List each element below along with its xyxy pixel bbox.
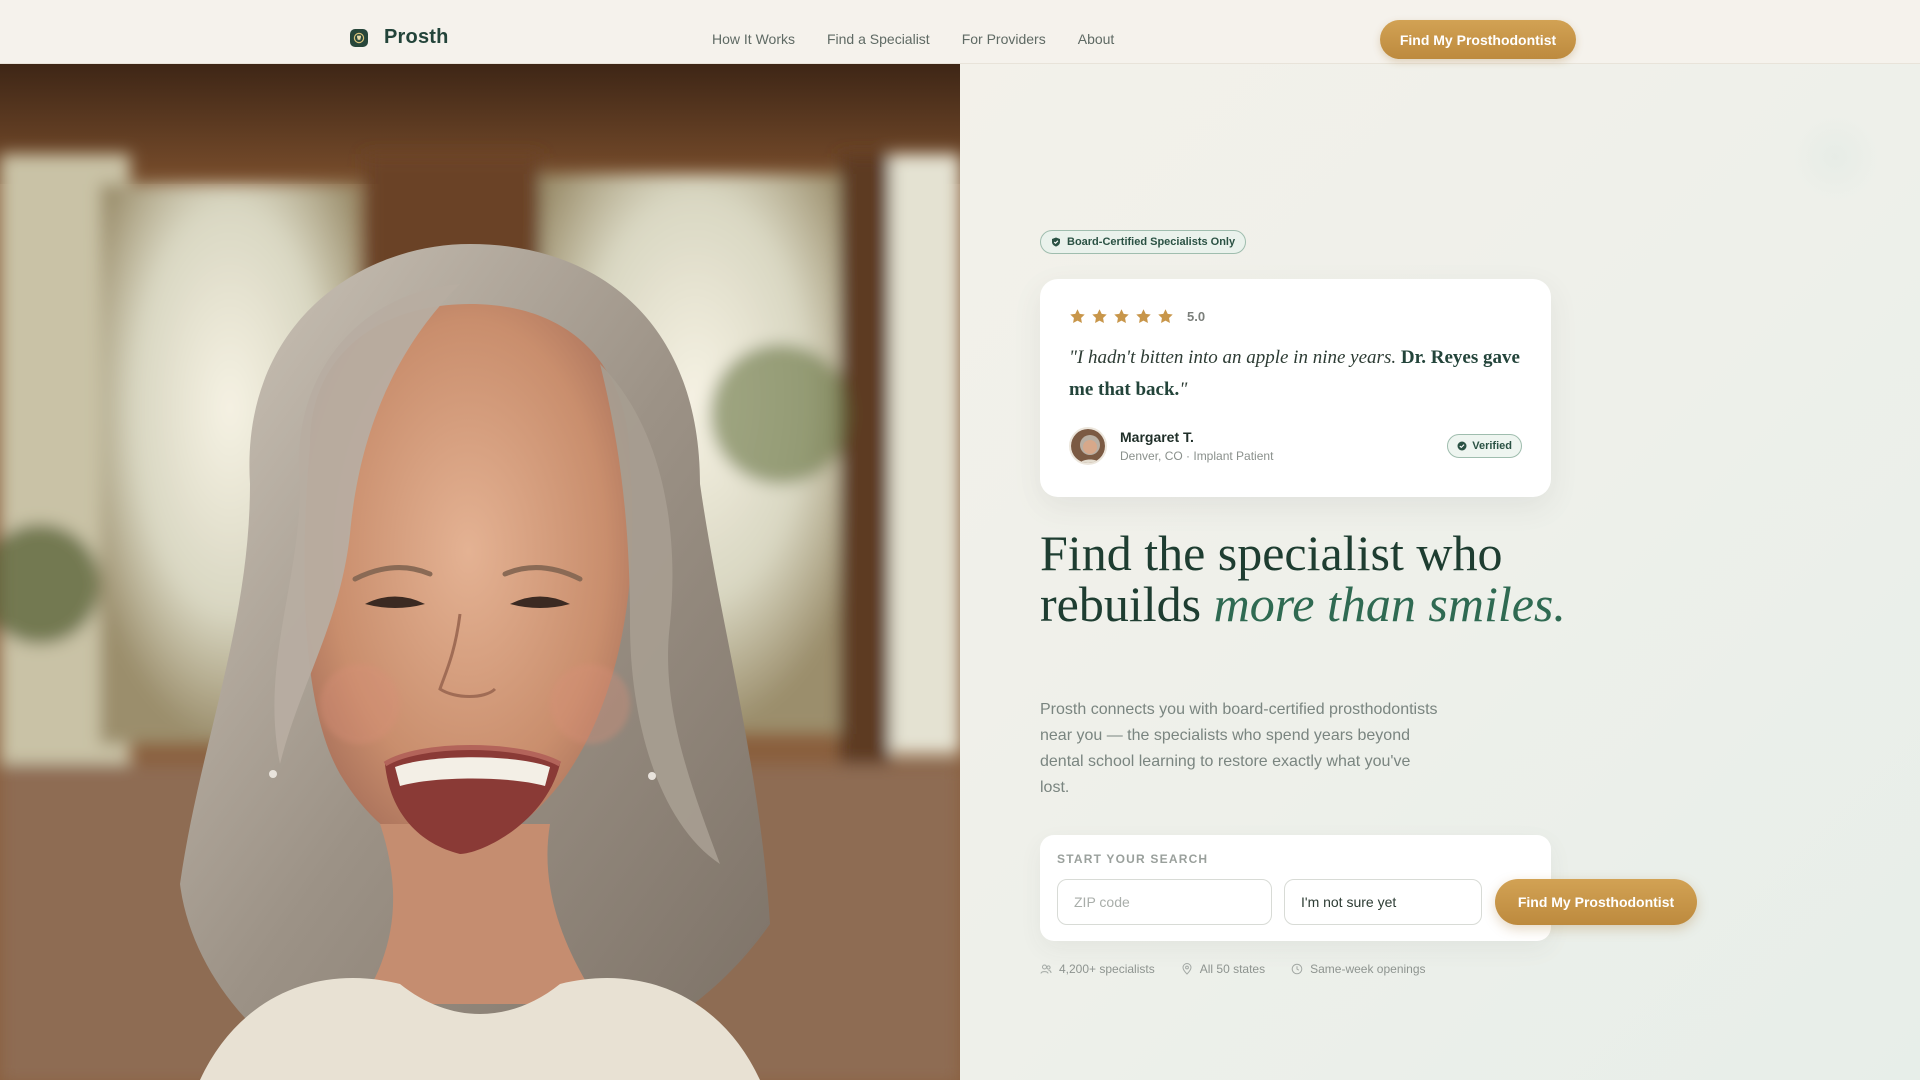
hero-photo — [0, 64, 960, 1080]
concern-select[interactable]: I'm not sure yet — [1284, 879, 1482, 925]
search-card: START YOUR SEARCH I'm not sure yet — [1040, 835, 1551, 941]
star-icon — [1136, 309, 1151, 324]
verified-label: Verified — [1472, 440, 1512, 452]
stat-states: All 50 states — [1181, 962, 1265, 976]
quote-close: " — [1179, 379, 1188, 400]
nav-find-a-specialist[interactable]: Find a Specialist — [827, 31, 930, 47]
tooth-logo-icon — [350, 28, 368, 47]
testimonial-quote: "I hadn't bitten into an apple in nine y… — [1069, 342, 1529, 406]
shield-check-icon — [1052, 237, 1060, 247]
header-find-prosthodontist-button[interactable]: Find My Prosthodontist — [1380, 20, 1576, 59]
star-icon — [1070, 309, 1085, 324]
testimonial-author: Margaret T. Denver, CO · Implant Patient — [1069, 427, 1273, 465]
stat-label: Same-week openings — [1310, 962, 1426, 976]
rating-value: 5.0 — [1187, 309, 1206, 324]
avatar — [1069, 427, 1107, 465]
main-nav: How It Works Find a Specialist For Provi… — [712, 31, 1114, 47]
author-details: Margaret T. Denver, CO · Implant Patient — [1120, 429, 1273, 463]
users-icon — [1040, 964, 1052, 974]
stat-label: All 50 states — [1199, 962, 1266, 976]
star-icon — [1114, 309, 1129, 324]
zip-code-input[interactable] — [1057, 879, 1272, 925]
clock-icon — [1291, 963, 1303, 975]
testimonial-card: 5.0 "I hadn't bitten into an apple in ni… — [1040, 279, 1551, 497]
badge-label: Board-Certified Specialists Only — [1067, 236, 1236, 248]
decorative-glow — [1790, 112, 1880, 202]
stat-openings: Same-week openings — [1291, 962, 1426, 976]
star-icon — [1092, 309, 1107, 324]
site-header: Prosth How It Works Find a Specialist Fo… — [0, 0, 1920, 64]
trust-stats: 4,200+ specialists All 50 states Same-we… — [1040, 962, 1426, 976]
board-certified-badge: Board-Certified Specialists Only — [1040, 230, 1247, 254]
stat-specialists: 4,200+ specialists — [1040, 962, 1155, 976]
check-circle-icon — [1457, 441, 1467, 451]
author-name: Margaret T. — [1120, 429, 1194, 445]
search-label: START YOUR SEARCH — [1057, 852, 1209, 866]
search-find-prosthodontist-button[interactable]: Find My Prosthodontist — [1495, 879, 1697, 925]
nav-about[interactable]: About — [1078, 31, 1115, 47]
brand[interactable]: Prosth — [350, 26, 449, 49]
nav-for-providers[interactable]: For Providers — [962, 31, 1046, 47]
brand-name: Prosth — [384, 26, 449, 48]
map-pin-icon — [1182, 963, 1192, 975]
author-meta: Denver, CO · Implant Patient — [1120, 449, 1274, 463]
concern-select-value: I'm not sure yet — [1301, 894, 1397, 910]
headline-accent: more than smiles. — [1213, 576, 1566, 632]
star-icon — [1158, 309, 1173, 324]
nav-how-it-works[interactable]: How It Works — [712, 31, 795, 47]
quote-text: "I hadn't bitten into an apple in nine y… — [1069, 347, 1397, 368]
stat-label: 4,200+ specialists — [1059, 962, 1155, 976]
rating-stars: 5.0 — [1069, 308, 1205, 325]
hero-subcopy: Prosth connects you with board-certified… — [1040, 701, 1438, 796]
verified-badge: Verified — [1447, 434, 1522, 458]
hero-headline: Find the specialist who rebuilds more th… — [1040, 528, 1580, 630]
